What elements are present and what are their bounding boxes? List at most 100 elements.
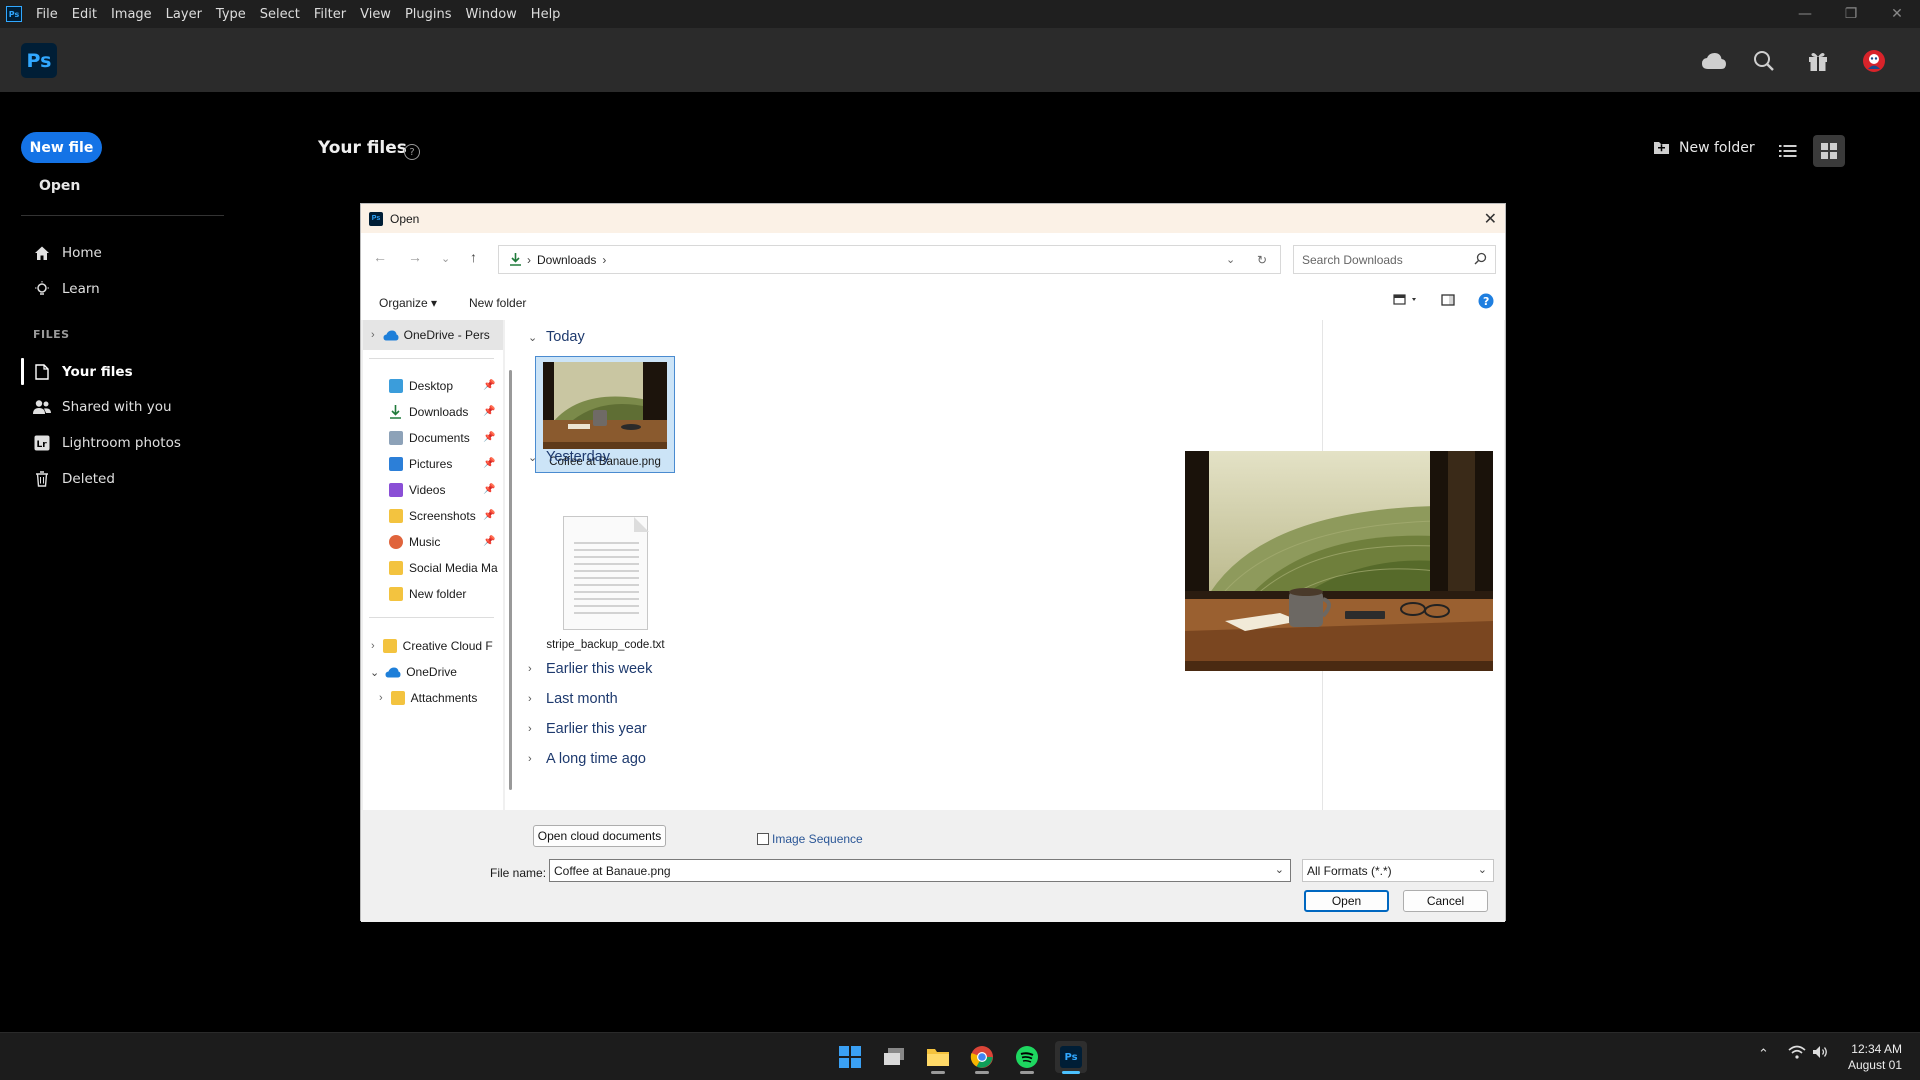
help-icon[interactable]: ? <box>404 144 420 160</box>
help-dialog-icon[interactable]: ? <box>1478 293 1494 312</box>
scrollbar-thumb[interactable] <box>509 370 512 790</box>
pin-icon[interactable]: 📌 <box>483 432 495 443</box>
menu-layer[interactable]: Layer <box>160 7 210 22</box>
wifi-icon[interactable] <box>1788 1045 1806 1063</box>
menu-select[interactable]: Select <box>254 7 308 22</box>
group-long-time-ago[interactable]: › A long time ago <box>528 751 646 767</box>
dialog-titlebar: Ps Open ✕ <box>361 204 1505 233</box>
new-folder-dialog-button[interactable]: New folder <box>469 296 526 310</box>
list-view-icon[interactable] <box>1772 135 1804 167</box>
sidebar-item-home[interactable]: Home <box>33 240 102 266</box>
preview-pane-icon[interactable] <box>1441 293 1455 310</box>
menu-type[interactable]: Type <box>210 7 254 22</box>
chevron-up-icon[interactable]: ⌃ <box>1758 1047 1769 1062</box>
nav-social-media[interactable]: Social Media Ma <box>389 558 498 578</box>
nav-onedrive[interactable]: ⌄ OneDrive <box>370 662 457 682</box>
task-view-icon[interactable] <box>878 1041 910 1073</box>
nav-desktop[interactable]: Desktop <box>389 376 453 396</box>
nav-onedrive-personal[interactable]: › OneDrive - Pers <box>371 325 490 345</box>
nav-new-folder[interactable]: New folder <box>389 584 466 604</box>
menu-window[interactable]: Window <box>460 7 525 22</box>
home-icon <box>33 244 51 262</box>
spotify-icon[interactable] <box>1011 1041 1043 1074</box>
nav-downloads[interactable]: Downloads <box>389 402 468 422</box>
nav-scrollbar[interactable] <box>505 320 518 810</box>
pin-icon[interactable]: 📌 <box>483 380 495 391</box>
nav-music[interactable]: Music <box>389 532 440 552</box>
restore-icon[interactable]: ❐ <box>1828 0 1874 28</box>
grid-view-icon[interactable] <box>1813 135 1845 167</box>
nav-creative-cloud[interactable]: › Creative Cloud F <box>371 636 493 656</box>
new-folder-button[interactable]: New folder <box>1653 140 1755 156</box>
group-today[interactable]: ⌄ Today <box>528 329 585 345</box>
menu-plugins[interactable]: Plugins <box>399 7 460 22</box>
up-icon[interactable]: ↑ <box>470 249 477 265</box>
address-bar[interactable]: › Downloads › ⌄ ↻ <box>498 245 1281 274</box>
view-options-icon[interactable] <box>1393 293 1419 310</box>
chrome-icon[interactable] <box>966 1041 998 1074</box>
avatar[interactable] <box>1859 46 1889 76</box>
volume-icon[interactable] <box>1812 1045 1828 1063</box>
system-clock[interactable]: 12:34 AM August 01 <box>1848 1041 1902 1073</box>
group-yesterday[interactable]: ⌄ Yesterday <box>528 449 610 465</box>
checkbox-box[interactable] <box>757 833 769 845</box>
folder-icon <box>389 509 403 523</box>
nav-attachments[interactable]: › Attachments <box>379 688 477 708</box>
chevron-down-icon[interactable]: ⌄ <box>1275 863 1284 876</box>
forward-icon[interactable]: → <box>408 249 422 265</box>
pin-icon[interactable]: 📌 <box>483 536 495 547</box>
photoshop-icon[interactable]: Ps <box>1055 1041 1087 1074</box>
group-earlier-this-year[interactable]: › Earlier this year <box>528 721 647 737</box>
pin-icon[interactable]: 📌 <box>483 510 495 521</box>
chevron-down-icon[interactable]: ⌄ <box>1226 253 1235 266</box>
organize-button[interactable]: Organize ▾ <box>379 296 437 310</box>
sidebar-item-deleted[interactable]: Deleted <box>33 466 115 492</box>
sidebar-item-learn[interactable]: Learn <box>33 276 100 302</box>
menu-filter[interactable]: Filter <box>308 7 354 22</box>
sidebar-item-your-files[interactable]: Your files <box>33 359 133 385</box>
menu-view[interactable]: View <box>354 7 399 22</box>
pin-icon[interactable]: 📌 <box>483 484 495 495</box>
file-item-stripe-backup-code[interactable] <box>563 516 649 630</box>
menu-help[interactable]: Help <box>525 7 569 22</box>
gift-icon[interactable] <box>1803 46 1833 76</box>
sidebar-item-shared[interactable]: Shared with you <box>33 394 172 420</box>
recent-locations-icon[interactable]: ⌄ <box>441 252 450 265</box>
nav-screenshots[interactable]: Screenshots <box>389 506 476 526</box>
open-link[interactable]: Open <box>39 178 80 194</box>
sidebar-item-lightroom[interactable]: Lr Lightroom photos <box>33 430 181 456</box>
new-file-button[interactable]: New file <box>21 132 102 163</box>
image-sequence-checkbox[interactable]: Image Sequence <box>757 832 863 846</box>
close-window-icon[interactable]: ✕ <box>1874 0 1920 28</box>
nav-documents[interactable]: Documents <box>389 428 470 448</box>
files-heading: FILES <box>33 328 70 341</box>
windows-start-icon[interactable] <box>834 1041 866 1073</box>
group-last-month[interactable]: › Last month <box>528 691 618 707</box>
minimize-icon[interactable]: — <box>1782 0 1828 28</box>
breadcrumb-downloads[interactable]: Downloads <box>537 253 596 267</box>
photoshop-logo[interactable]: Ps <box>21 43 57 78</box>
open-button[interactable]: Open <box>1304 890 1389 912</box>
cancel-button[interactable]: Cancel <box>1403 890 1488 912</box>
pin-icon[interactable]: 📌 <box>483 458 495 469</box>
search-input[interactable]: Search Downloads <box>1293 245 1496 274</box>
pin-icon[interactable]: 📌 <box>483 406 495 417</box>
nav-pictures[interactable]: Pictures <box>389 454 452 474</box>
file-format-select[interactable]: All Formats (*.*) ⌄ <box>1302 859 1494 882</box>
file-name-input[interactable]: Coffee at Banaue.png ⌄ <box>549 859 1291 882</box>
nav-videos[interactable]: Videos <box>389 480 445 500</box>
group-earlier-this-week[interactable]: › Earlier this week <box>528 661 652 677</box>
menu-edit[interactable]: Edit <box>66 7 105 22</box>
menu-image[interactable]: Image <box>105 7 160 22</box>
menu-file[interactable]: File <box>30 7 66 22</box>
chevron-right-icon: › <box>528 723 532 735</box>
cloud-icon[interactable] <box>1699 46 1729 76</box>
file-explorer-icon[interactable] <box>922 1041 954 1074</box>
ps-app-icon: Ps <box>6 6 22 22</box>
refresh-icon[interactable]: ↻ <box>1257 253 1267 267</box>
open-cloud-documents-button[interactable]: Open cloud documents <box>533 825 666 847</box>
search-icon[interactable] <box>1749 46 1779 76</box>
chevron-right-icon: › <box>527 252 531 267</box>
close-icon[interactable]: ✕ <box>1484 209 1497 229</box>
back-icon[interactable]: ← <box>373 249 387 265</box>
